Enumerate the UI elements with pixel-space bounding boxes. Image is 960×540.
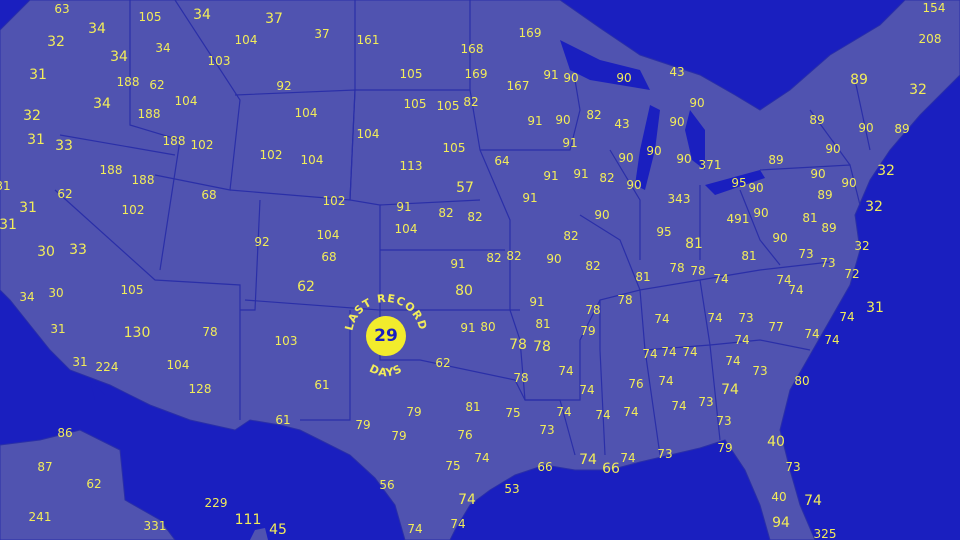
- badge-caption-arc: LAST RECORD DAYS: [342, 292, 428, 380]
- map-stage: 63 105 34 37 154 34 32 104 37 161 168 169 208 34 34 103…: [0, 0, 960, 540]
- record-badge: 29: [366, 316, 406, 356]
- svg-text:DAYS: DAYS: [367, 362, 404, 380]
- badge-value: 29: [374, 326, 398, 346]
- badge-bottom-text: DAYS: [367, 362, 403, 380]
